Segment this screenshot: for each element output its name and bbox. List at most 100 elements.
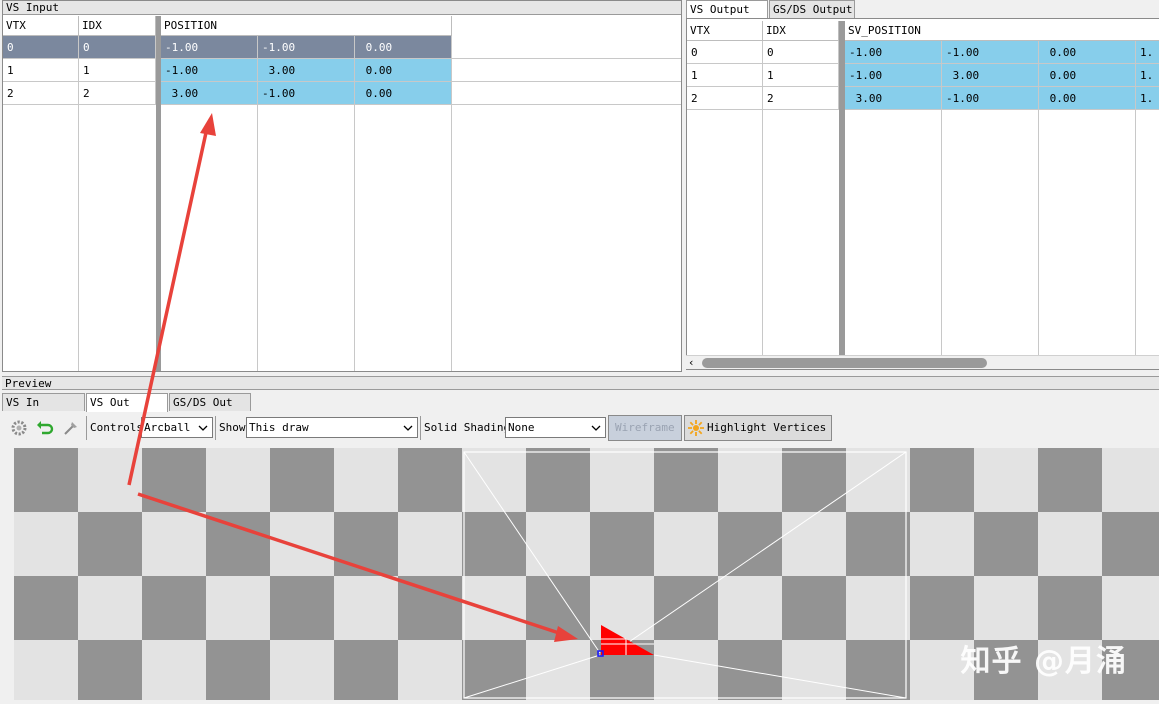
highlight-vertices-button[interactable]: Highlight Vertices (684, 415, 832, 441)
sv-position-y-cell[interactable]: 3.00 (942, 64, 1039, 87)
position-y-cell[interactable]: -1.00 (258, 36, 355, 59)
preview-toolbar: Controls Arcball Show This draw Solid Sh… (4, 414, 1159, 442)
sv-position-z-cell[interactable]: 0.00 (1039, 41, 1136, 64)
grid-line (941, 110, 942, 356)
vtx-cell[interactable]: 1 (687, 64, 763, 87)
idx-cell[interactable]: 2 (763, 87, 839, 110)
sv-position-w-cell[interactable]: 1. (1136, 87, 1159, 110)
idx-cell[interactable]: 1 (763, 64, 839, 87)
sv-position-w-cell[interactable]: 1. (1136, 41, 1159, 64)
sv-position-w-cell[interactable]: 1. (1136, 64, 1159, 87)
controls-select-value: Arcball (144, 421, 191, 434)
sv-position-z-cell[interactable]: 0.00 (1039, 87, 1136, 110)
controls-select[interactable]: Arcball (141, 417, 213, 438)
grid-line (257, 105, 258, 371)
horizontal-scrollbar[interactable]: ‹ (686, 355, 1159, 369)
triangle (601, 625, 654, 655)
scroll-left-icon[interactable]: ‹ (688, 356, 695, 369)
table-row[interactable]: 2 2 3.00 -1.00 0.00 (3, 82, 681, 105)
grid-line (451, 105, 452, 371)
tab-gs-ds-out[interactable]: GS/DS Out (169, 393, 251, 411)
vs-input-title: VS Input (3, 1, 681, 15)
pick-icon[interactable] (62, 419, 80, 437)
table-row[interactable]: 1 1 -1.00 3.00 0.00 1. (687, 64, 1159, 87)
col-header-sv-position[interactable]: SV_POSITION (845, 21, 1159, 41)
idx-cell[interactable]: 0 (763, 41, 839, 64)
empty-cell (452, 59, 681, 82)
vs-output-panel: VTX IDX SV_POSITION 0 0 -1.00 -1.00 0.00… (686, 18, 1159, 370)
empty-cell (452, 82, 681, 105)
toolbar-separator (86, 416, 87, 440)
tab-gs-ds-output[interactable]: GS/DS Output (769, 0, 855, 18)
chevron-down-icon[interactable] (196, 419, 210, 436)
empty-cell (452, 36, 681, 59)
position-y-cell[interactable]: 3.00 (258, 59, 355, 82)
tab-vs-output[interactable]: VS Output (686, 0, 768, 19)
chevron-down-icon[interactable] (589, 419, 603, 436)
vtx-cell[interactable]: 2 (687, 87, 763, 110)
output-tabs: VS Output GS/DS Output (686, 0, 1159, 19)
settings-icon[interactable] (10, 419, 28, 437)
vs-output-grid: VTX IDX SV_POSITION 0 0 -1.00 -1.00 0.00… (687, 21, 1159, 356)
sv-position-y-cell[interactable]: -1.00 (942, 41, 1039, 64)
toolbar-separator (420, 416, 421, 440)
wireframe-button[interactable]: Wireframe (608, 415, 682, 441)
table-row[interactable]: 1 1 -1.00 3.00 0.00 (3, 59, 681, 82)
scroll-thumb[interactable] (702, 358, 987, 368)
vs-input-grid: VTX IDX POSITION 0 0 -1.00 -1.00 0.00 1 … (3, 16, 681, 371)
grid-line (762, 110, 763, 356)
watermark: 知乎 @月涌 (960, 644, 1127, 679)
col-header-idx[interactable]: IDX (763, 21, 839, 41)
sv-position-z-cell[interactable]: 0.00 (1039, 64, 1136, 87)
position-z-cell[interactable]: 0.00 (355, 59, 452, 82)
highlight-icon (688, 420, 704, 436)
grid-line (354, 105, 355, 371)
preview-tabs: VS In VS Out GS/DS Out (2, 393, 602, 412)
position-z-cell[interactable]: 0.00 (355, 36, 452, 59)
col-header-idx[interactable]: IDX (79, 16, 156, 36)
sv-position-x-cell[interactable]: -1.00 (845, 41, 942, 64)
col-header-position[interactable]: POSITION (161, 16, 452, 36)
reset-icon[interactable] (36, 419, 54, 437)
frustum-box (463, 451, 907, 699)
solid-shading-select-value: None (508, 421, 535, 434)
frustum-line (463, 451, 601, 654)
solid-shading-label: Solid Shading (424, 421, 511, 434)
vtx-cell[interactable]: 0 (687, 41, 763, 64)
frustum-line (625, 451, 907, 645)
controls-label: Controls (90, 421, 143, 434)
show-label: Show (219, 421, 246, 434)
position-y-cell[interactable]: -1.00 (258, 82, 355, 105)
chevron-down-icon[interactable] (401, 419, 415, 436)
vtx-cell[interactable]: 1 (3, 59, 79, 82)
idx-cell[interactable]: 0 (79, 36, 156, 59)
grid-line (1135, 110, 1136, 356)
idx-cell[interactable]: 1 (79, 59, 156, 82)
tab-vs-out[interactable]: VS Out (86, 393, 168, 412)
vertex-marker (597, 650, 604, 657)
position-x-cell[interactable]: -1.00 (161, 59, 258, 82)
col-header-vtx[interactable]: VTX (687, 21, 763, 41)
frustum-line (463, 654, 601, 699)
show-select[interactable]: This draw (246, 417, 418, 438)
tab-vs-in[interactable]: VS In (2, 393, 85, 411)
vtx-cell[interactable]: 0 (3, 36, 79, 59)
preview-title: Preview (2, 376, 1159, 390)
grid-line (78, 105, 79, 371)
solid-shading-select[interactable]: None (505, 417, 606, 438)
position-x-cell[interactable]: -1.00 (161, 36, 258, 59)
position-x-cell[interactable]: 3.00 (161, 82, 258, 105)
highlight-vertices-label: Highlight Vertices (707, 421, 827, 434)
sv-position-x-cell[interactable]: 3.00 (845, 87, 942, 110)
table-row[interactable]: 2 2 3.00 -1.00 0.00 1. (687, 87, 1159, 110)
table-row[interactable]: 0 0 -1.00 -1.00 0.00 1. (687, 41, 1159, 64)
table-row[interactable]: 0 0 -1.00 -1.00 0.00 (3, 36, 681, 59)
idx-cell[interactable]: 2 (79, 82, 156, 105)
frustum-line (653, 654, 907, 699)
sv-position-x-cell[interactable]: -1.00 (845, 64, 942, 87)
col-header-vtx[interactable]: VTX (3, 16, 79, 36)
vtx-cell[interactable]: 2 (3, 82, 79, 105)
position-z-cell[interactable]: 0.00 (355, 82, 452, 105)
sv-position-y-cell[interactable]: -1.00 (942, 87, 1039, 110)
grid-line (1038, 110, 1039, 356)
